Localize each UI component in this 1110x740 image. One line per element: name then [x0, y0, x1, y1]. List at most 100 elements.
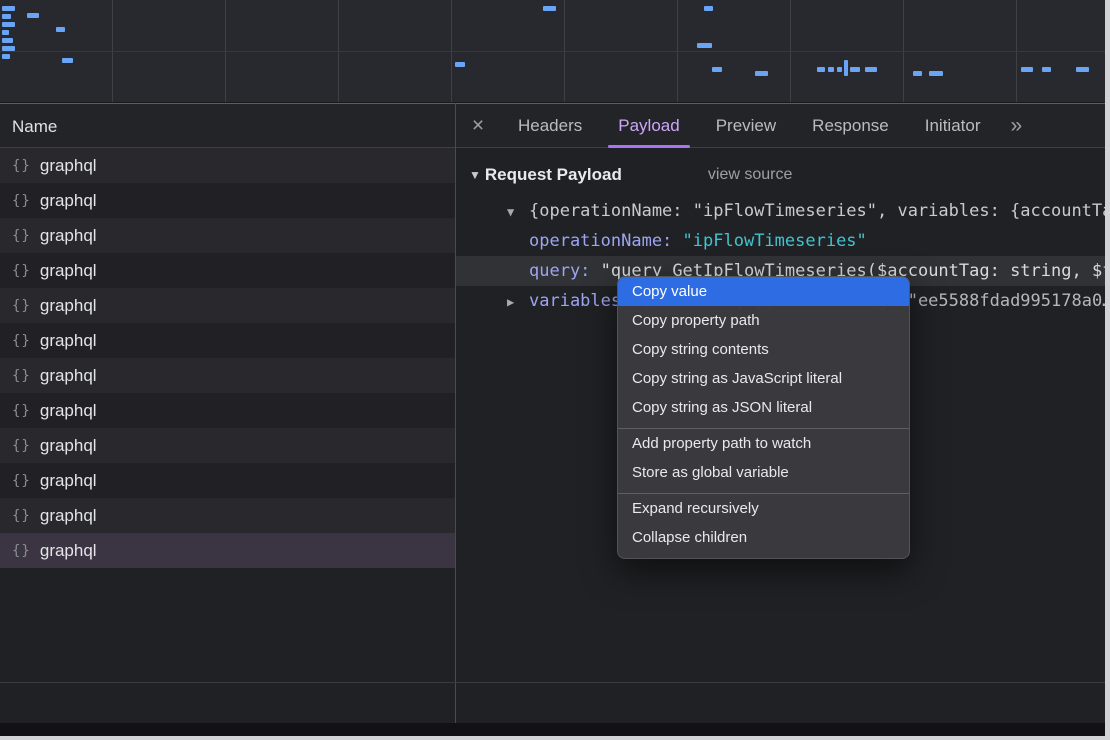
tab-response[interactable]: Response	[794, 104, 907, 147]
timeline-bar	[755, 71, 768, 76]
bottom-divider	[0, 682, 1105, 683]
section-expander-icon[interactable]: ▼	[469, 168, 481, 182]
timeline-bar	[817, 67, 825, 72]
menu-item-copy-value[interactable]: Copy value	[618, 277, 909, 306]
timeline-bar	[865, 67, 877, 72]
request-row-graphql[interactable]: {} graphql	[0, 463, 455, 498]
section-title: Request Payload	[485, 165, 622, 185]
timeline-bar	[56, 27, 65, 32]
json-braces-icon: {}	[12, 403, 31, 419]
timeline-bar	[1076, 67, 1089, 72]
tab-label: Response	[812, 116, 889, 136]
json-braces-icon: {}	[12, 333, 31, 349]
network-overview-timeline[interactable]	[0, 0, 1105, 103]
detail-tab-bar: × Headers Payload Preview Response Initi…	[456, 103, 1105, 148]
menu-item-store-as-global-variable[interactable]: Store as global variable	[618, 458, 909, 487]
request-row-graphql[interactable]: {} graphql	[0, 148, 455, 183]
request-name: graphql	[40, 436, 97, 456]
request-row-graphql[interactable]: {} graphql	[0, 323, 455, 358]
request-row-graphql[interactable]: {} graphql	[0, 428, 455, 463]
devtools-window: Name {} graphql {} graphql {} graphql {}…	[0, 0, 1105, 736]
timeline-bar	[2, 30, 9, 35]
expander-right-icon[interactable]: ▶	[507, 287, 529, 316]
menu-item-copy-property-path[interactable]: Copy property path	[618, 306, 909, 335]
request-name: graphql	[40, 261, 97, 281]
json-braces-icon: {}	[12, 263, 31, 279]
tab-label: Payload	[618, 116, 679, 136]
timeline-bar	[455, 62, 465, 67]
menu-item-label: Expand recursively	[632, 500, 759, 517]
tab-initiator[interactable]: Initiator	[907, 104, 999, 147]
window-bottom-strip	[0, 723, 1105, 736]
menu-item-copy-string-as-javascript-literal[interactable]: Copy string as JavaScript literal	[618, 364, 909, 393]
menu-item-copy-string-contents[interactable]: Copy string contents	[618, 335, 909, 364]
menu-item-expand-recursively[interactable]: Expand recursively	[618, 493, 909, 523]
timeline-bar	[2, 54, 10, 59]
property-key: query:	[529, 261, 590, 281]
root-object-summary: {operationName: "ipFlowTimeseries", vari…	[529, 201, 1105, 221]
json-braces-icon: {}	[12, 193, 31, 209]
network-request-list: {} graphql {} graphql {} graphql {} grap…	[0, 148, 455, 568]
timeline-bar	[2, 6, 15, 11]
json-braces-icon: {}	[12, 298, 31, 314]
timeline-bar	[704, 6, 713, 11]
request-name: graphql	[40, 401, 97, 421]
menu-item-label: Add property path to watch	[632, 435, 811, 452]
name-column-header[interactable]: Name	[0, 103, 455, 148]
menu-item-add-property-path-to-watch[interactable]: Add property path to watch	[618, 428, 909, 458]
request-row-graphql[interactable]: {} graphql	[0, 253, 455, 288]
timeline-bar	[850, 67, 860, 72]
timeline-bar	[1042, 67, 1051, 72]
timeline-bar	[828, 67, 834, 72]
request-row-graphql[interactable]: {} graphql	[0, 498, 455, 533]
json-braces-icon: {}	[12, 158, 31, 174]
request-name: graphql	[40, 226, 97, 246]
expander-down-icon[interactable]: ▼	[507, 197, 529, 226]
tree-row-operation-name[interactable]: operationName: "ipFlowTimeseries"	[456, 226, 1105, 256]
menu-item-label: Copy string as JSON literal	[632, 399, 812, 416]
tab-label: Initiator	[925, 116, 981, 136]
json-braces-icon: {}	[12, 228, 31, 244]
tab-payload[interactable]: Payload	[600, 104, 697, 147]
timeline-bar	[62, 58, 73, 63]
request-row-graphql[interactable]: {} graphql	[0, 358, 455, 393]
json-braces-icon: {}	[12, 368, 31, 384]
request-name: graphql	[40, 471, 97, 491]
timeline-bar	[1021, 67, 1033, 72]
json-braces-icon: {}	[12, 473, 31, 489]
menu-item-label: Store as global variable	[632, 464, 789, 481]
close-detail-button[interactable]: ×	[456, 104, 500, 147]
menu-item-label: Copy value	[632, 283, 707, 300]
menu-item-label: Copy string as JavaScript literal	[632, 370, 842, 387]
request-name: graphql	[40, 191, 97, 211]
timeline-bar	[697, 43, 712, 48]
request-name: graphql	[40, 156, 97, 176]
more-tabs-chevron-icon[interactable]: »	[998, 104, 1034, 147]
tree-row-root[interactable]: ▼{operationName: "ipFlowTimeseries", var…	[456, 196, 1105, 226]
tab-headers[interactable]: Headers	[500, 104, 600, 147]
request-row-graphql[interactable]: {} graphql	[0, 393, 455, 428]
request-row-graphql[interactable]: {} graphql	[0, 533, 455, 568]
menu-item-label: Copy string contents	[632, 341, 769, 358]
timeline-bar	[2, 38, 13, 43]
tab-preview[interactable]: Preview	[698, 104, 794, 147]
timeline-bar	[913, 71, 922, 76]
menu-item-label: Copy property path	[632, 312, 760, 329]
property-value: "ipFlowTimeseries"	[683, 231, 867, 251]
timeline-bar	[2, 46, 15, 51]
tab-label: Headers	[518, 116, 582, 136]
json-braces-icon: {}	[12, 543, 31, 559]
view-source-link[interactable]: view source	[708, 166, 792, 184]
json-braces-icon: {}	[12, 508, 31, 524]
timeline-bar	[27, 13, 39, 18]
request-row-graphql[interactable]: {} graphql	[0, 183, 455, 218]
request-name: graphql	[40, 506, 97, 526]
tab-label: Preview	[716, 116, 776, 136]
request-row-graphql[interactable]: {} graphql	[0, 288, 455, 323]
menu-item-collapse-children[interactable]: Collapse children	[618, 523, 909, 552]
json-braces-icon: {}	[12, 438, 31, 454]
request-row-graphql[interactable]: {} graphql	[0, 218, 455, 253]
menu-item-copy-string-as-json-literal[interactable]: Copy string as JSON literal	[618, 393, 909, 422]
property-key: operationName:	[529, 231, 672, 251]
request-payload-section-header[interactable]: ▼ Request Payload view source	[456, 148, 1105, 191]
